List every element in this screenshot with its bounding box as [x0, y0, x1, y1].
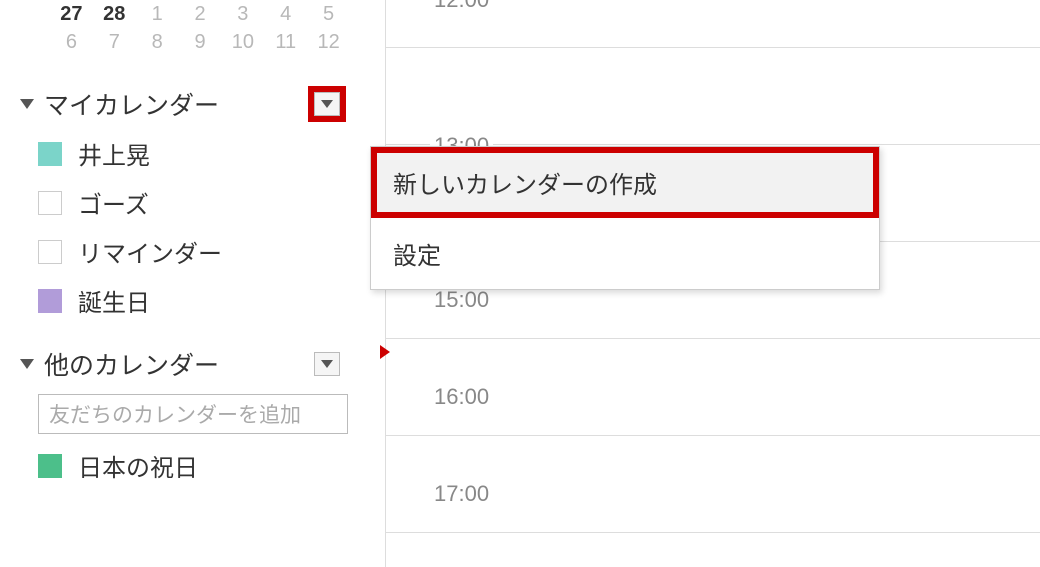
my-calendars-dropdown-button[interactable] [314, 92, 340, 116]
mini-cal-day[interactable]: 7 [93, 28, 136, 56]
hour-row[interactable]: 13:00 [386, 48, 1040, 145]
calendar-label: ゴーズ [78, 185, 149, 220]
now-indicator-icon [380, 345, 390, 359]
mini-cal-day[interactable]: 2 [179, 0, 222, 28]
calendar-item[interactable]: リマインダー [38, 234, 350, 269]
calendar-checkbox[interactable] [38, 191, 62, 215]
calendar-label: 日本の祝日 [78, 448, 198, 483]
other-calendars-dropdown-button[interactable] [314, 352, 340, 376]
sidebar: 27 28 1 2 3 4 5 6 7 8 9 10 11 12 マイカレンダー… [0, 0, 370, 497]
calendar-item[interactable]: 日本の祝日 [38, 448, 350, 483]
add-friend-placeholder: 友だちのカレンダーを追加 [49, 399, 301, 429]
hour-label: 15:00 [430, 287, 493, 313]
other-calendars-header[interactable]: 他のカレンダー [20, 346, 350, 382]
mini-cal-day[interactable]: 3 [221, 0, 264, 28]
calendar-item[interactable]: 井上晃 [38, 136, 350, 171]
mini-cal-day[interactable]: 9 [179, 28, 222, 56]
mini-cal-day[interactable]: 4 [264, 0, 307, 28]
caret-down-icon [321, 100, 333, 108]
mini-cal-day[interactable]: 6 [50, 28, 93, 56]
calendar-checkbox[interactable] [38, 142, 62, 166]
mini-cal-day[interactable]: 27 [50, 0, 93, 28]
caret-down-icon[interactable] [20, 99, 34, 109]
hour-row[interactable]: 16:00 [386, 339, 1040, 436]
mini-cal-row: 27 28 1 2 3 4 5 [50, 0, 350, 28]
calendar-label: 誕生日 [78, 283, 150, 318]
other-calendars-title: 他のカレンダー [44, 346, 350, 382]
hour-label: 17:00 [430, 481, 493, 507]
dropdown-menu: 新しいカレンダーの作成 設定 [370, 146, 880, 290]
calendar-item[interactable]: 誕生日 [38, 283, 350, 318]
mini-calendar: 27 28 1 2 3 4 5 6 7 8 9 10 11 12 [20, 0, 350, 56]
hour-row[interactable]: 17:00 [386, 436, 1040, 533]
mini-cal-day[interactable]: 1 [136, 0, 179, 28]
calendar-label: リマインダー [78, 234, 222, 269]
mini-cal-day[interactable]: 5 [307, 0, 350, 28]
my-calendars-title: マイカレンダー [44, 86, 350, 122]
caret-down-icon[interactable] [20, 359, 34, 369]
hour-label: 12:00 [430, 0, 493, 13]
mini-cal-day[interactable]: 12 [307, 28, 350, 56]
menu-item-settings[interactable]: 設定 [371, 218, 879, 289]
hour-row[interactable]: 12:00 [386, 0, 1040, 48]
hour-label: 16:00 [430, 384, 493, 410]
calendar-checkbox[interactable] [38, 289, 62, 313]
mini-cal-day[interactable]: 8 [136, 28, 179, 56]
calendar-item[interactable]: ゴーズ [38, 185, 350, 220]
menu-item-create-calendar[interactable]: 新しいカレンダーの作成 [371, 147, 879, 218]
caret-down-icon [321, 360, 333, 368]
mini-cal-row: 6 7 8 9 10 11 12 [50, 28, 350, 56]
calendar-label: 井上晃 [78, 136, 150, 171]
mini-cal-day[interactable]: 28 [93, 0, 136, 28]
add-friend-calendar-input[interactable]: 友だちのカレンダーを追加 [38, 394, 348, 434]
mini-cal-day[interactable]: 10 [221, 28, 264, 56]
calendar-checkbox[interactable] [38, 454, 62, 478]
calendar-checkbox[interactable] [38, 240, 62, 264]
my-calendars-header[interactable]: マイカレンダー [20, 86, 350, 122]
mini-cal-day[interactable]: 11 [264, 28, 307, 56]
